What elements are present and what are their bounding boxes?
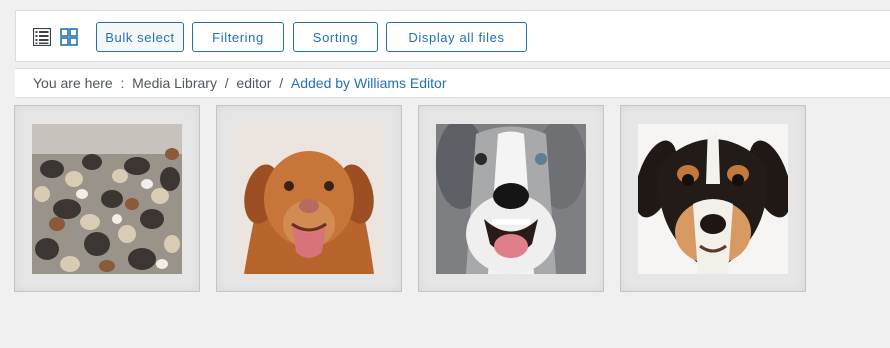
display-all-files-button[interactable]: Display all files	[386, 22, 527, 52]
breadcrumb-item-current-folder[interactable]: Added by Williams Editor	[291, 75, 447, 91]
media-thumbnail-dog-pack	[32, 124, 182, 274]
grid-view-icon[interactable]	[60, 28, 78, 46]
breadcrumb-item-media-library[interactable]: Media Library	[132, 75, 217, 91]
bulk-select-button[interactable]: Bulk select	[96, 22, 184, 52]
media-item[interactable]	[620, 105, 806, 292]
media-thumbnail-puppy	[638, 124, 788, 274]
media-item[interactable]	[216, 105, 402, 292]
breadcrumb-prefix: You are here	[33, 75, 113, 91]
media-toolbar: Bulk select Filtering Sorting Display al…	[15, 10, 890, 62]
media-item[interactable]	[14, 105, 200, 292]
sorting-button[interactable]: Sorting	[293, 22, 378, 52]
media-thumbnail-merle-dog	[436, 124, 586, 274]
breadcrumb: You are here : Media Library / editor / …	[15, 68, 890, 98]
list-view-icon[interactable]	[32, 27, 52, 47]
breadcrumb-item-editor[interactable]: editor	[236, 75, 271, 91]
filtering-button[interactable]: Filtering	[192, 22, 284, 52]
media-thumbnail-brown-dog	[234, 124, 384, 274]
media-item[interactable]	[418, 105, 604, 292]
